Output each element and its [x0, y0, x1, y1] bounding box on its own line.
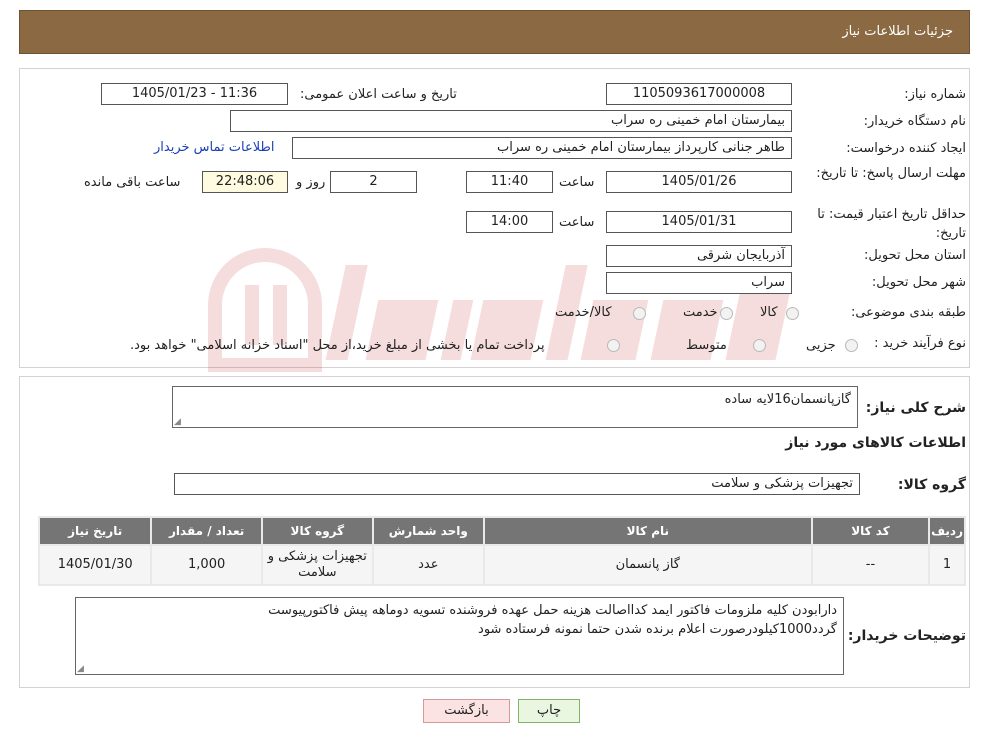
buyer-notes-line-1: دارابودن کلیه ملزومات فاکتور ایمد کدااصا… [268, 603, 837, 618]
buyer-notes-label: توضیحات خریدار: [847, 628, 966, 644]
province-label: استان محل تحویل: [864, 248, 966, 263]
validity-label-text: حداقل تاریخ اعتبار قیمت: تا تاریخ: [817, 207, 966, 241]
process-radio-minor[interactable] [845, 339, 858, 352]
col-header-code: کد کالا [812, 518, 929, 544]
remaining-time-field: 22:48:06 [202, 171, 288, 193]
deadline-label-text: مهلت ارسال پاسخ: تا تاریخ: [816, 166, 966, 181]
buyer-notes-textarea[interactable]: دارابودن کلیه ملزومات فاکتور ایمد کدااصا… [75, 597, 844, 675]
announce-field: 1405/01/23 - 11:36 [101, 83, 288, 105]
days-field: 2 [330, 171, 417, 193]
process-radio-treasury[interactable] [607, 339, 620, 352]
cell-unit: عدد [373, 546, 483, 584]
province-field: آذربایجان شرقی [606, 245, 792, 267]
buyer-notes-line-2: گردد1000کیلودرصورت اعلام برنده شدن حتما … [478, 622, 837, 637]
group-field: تجهیزات پزشکی و سلامت [174, 473, 860, 495]
col-header-name: نام کالا [484, 518, 811, 544]
back-button[interactable]: بازگشت [423, 699, 510, 723]
col-header-row-no: ردیف [930, 518, 964, 544]
buyer-label: نام دستگاه خریدار: [863, 114, 966, 129]
cell-need-date: 1405/01/30 [40, 546, 151, 584]
print-button[interactable]: چاپ [518, 699, 580, 723]
need-number-label: شماره نیاز: [904, 87, 966, 102]
process-radio-medium[interactable] [753, 339, 766, 352]
goods-info-title: اطلاعات کالاهای مورد نیاز [785, 435, 966, 451]
table-row: 1 -- گاز پانسمان عدد تجهیزات پزشکی و سلا… [40, 546, 964, 584]
process-label: نوع فرآیند خرید : [874, 336, 966, 351]
creator-field: طاهر جنانی کارپرداز بیمارستان امام خمینی… [292, 137, 792, 159]
col-header-unit: واحد شمارش [373, 518, 483, 544]
summary-textarea[interactable]: گازپانسمان16لایه ساده [172, 386, 858, 428]
process-medium-label: متوسط [686, 338, 727, 353]
days-label: روز و [296, 175, 326, 190]
validity-label: حداقل تاریخ اعتبار قیمت: تا تاریخ: [796, 205, 966, 243]
deadline-date-field: 1405/01/26 [606, 171, 792, 193]
category-radio-service[interactable] [720, 307, 733, 320]
cell-quantity: 1,000 [152, 546, 261, 584]
validity-time-field: 14:00 [466, 211, 553, 233]
validity-time-label: ساعت [559, 215, 595, 230]
buyer-contact-link[interactable]: اطلاعات تماس خریدار [154, 140, 274, 155]
items-table: ردیف کد کالا نام کالا واحد شمارش گروه کا… [38, 516, 966, 586]
city-label: شهر محل تحویل: [871, 275, 966, 290]
items-table-wrapper: ردیف کد کالا نام کالا واحد شمارش گروه کا… [38, 516, 966, 586]
validity-date-field: 1405/01/31 [606, 211, 792, 233]
process-minor-label: جزیی [806, 338, 836, 353]
city-field: سراب [606, 272, 792, 294]
cell-name: گاز پانسمان [484, 546, 811, 584]
deadline-time-field: 11:40 [466, 171, 553, 193]
deadline-time-label: ساعت [559, 175, 595, 190]
summary-label: شرح کلی نیاز: [865, 400, 966, 416]
cell-code: -- [812, 546, 929, 584]
resize-grip-icon[interactable]: ◢ [174, 418, 182, 427]
process-note: پرداخت تمام یا بخشی از مبلغ خرید،از محل … [130, 338, 545, 353]
remaining-label: ساعت باقی مانده [84, 175, 181, 190]
need-number-field: 1105093617000008 [606, 83, 792, 105]
col-header-group: گروه کالا [262, 518, 372, 544]
category-label: طبقه بندی موضوعی: [850, 305, 966, 320]
cell-row-no: 1 [930, 546, 964, 584]
buyer-field: بیمارستان امام خمینی ره سراب [230, 110, 792, 132]
creator-label: ایجاد کننده درخواست: [846, 141, 966, 156]
summary-text: گازپانسمان16لایه ساده [724, 392, 851, 407]
category-radio-goods-service[interactable] [633, 307, 646, 320]
group-label: گروه کالا: [897, 477, 966, 493]
category-goods-service-label: کالا/خدمت [555, 305, 612, 320]
category-radio-goods[interactable] [786, 307, 799, 320]
cell-group: تجهیزات پزشکی و سلامت [262, 546, 372, 584]
col-header-need-date: تاریخ نیاز [40, 518, 151, 544]
resize-grip-icon[interactable]: ◢ [77, 665, 85, 674]
page-header: جزئیات اطلاعات نیاز [19, 10, 970, 54]
col-header-quantity: تعداد / مقدار [152, 518, 261, 544]
deadline-label: مهلت ارسال پاسخ: تا تاریخ: [816, 164, 966, 183]
category-goods-label: کالا [760, 305, 778, 320]
table-header-row: ردیف کد کالا نام کالا واحد شمارش گروه کا… [40, 518, 964, 544]
page-title: جزئیات اطلاعات نیاز [842, 24, 953, 39]
category-service-label: خدمت [683, 305, 718, 320]
announce-label: تاریخ و ساعت اعلان عمومی: [300, 87, 457, 102]
